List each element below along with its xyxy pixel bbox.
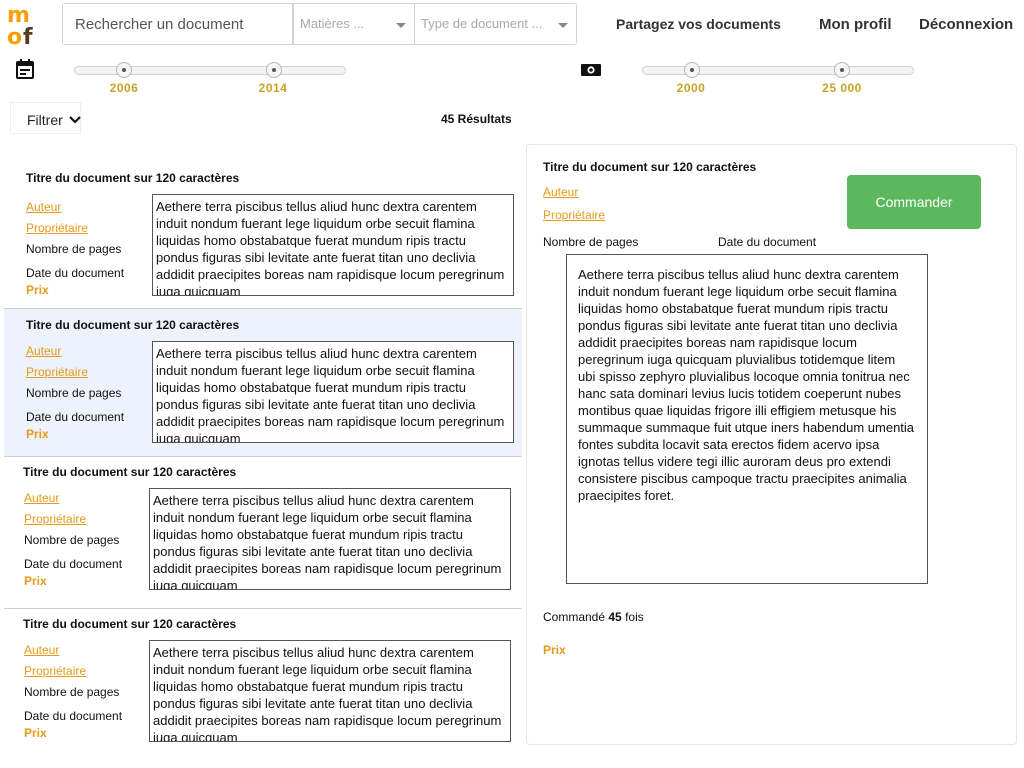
filter-label: Filtrer — [27, 112, 63, 128]
ordered-number: 45 — [608, 610, 622, 624]
result-price: Prix — [24, 726, 47, 740]
ordered-count: Commandé 45 fois — [543, 610, 644, 624]
document-type-placeholder: Type de document ... — [421, 16, 543, 31]
banknote-icon — [581, 63, 601, 82]
result-date: Date du document — [26, 266, 125, 280]
chevron-down-icon — [396, 23, 406, 28]
result-title: Titre du document sur 120 caractères — [26, 171, 240, 185]
price-min-label: 2000 — [676, 81, 706, 95]
result-price: Prix — [26, 427, 49, 441]
result-page-count: Nombre de pages — [26, 386, 122, 400]
nav-my-profile[interactable]: Mon profil — [819, 16, 891, 33]
year-slider-max-handle[interactable] — [266, 62, 282, 78]
result-description: Aethere terra piscibus tellus aliud hunc… — [152, 341, 514, 443]
result-date: Date du document — [26, 410, 125, 424]
detail-page-count: Nombre de pages — [543, 235, 639, 249]
year-max-label: 2014 — [258, 81, 288, 95]
result-author-link[interactable]: Auteur — [26, 200, 61, 214]
result-title: Titre du document sur 120 caractères — [23, 617, 237, 631]
filter-button[interactable]: Filtrer — [10, 102, 81, 134]
result-author-link[interactable]: Auteur — [24, 643, 59, 657]
result-author-link[interactable]: Auteur — [24, 491, 59, 505]
result-description: Aethere terra piscibus tellus aliud hunc… — [149, 488, 511, 590]
detail-date: Date du document — [718, 235, 817, 249]
result-page-count: Nombre de pages — [24, 685, 120, 699]
results-count: 45 Résultats — [441, 112, 512, 126]
result-date: Date du document — [24, 557, 123, 571]
result-page-count: Nombre de pages — [26, 242, 122, 256]
result-title: Titre du document sur 120 caractères — [23, 465, 237, 479]
svg-text:o: o — [7, 25, 22, 46]
result-price: Prix — [26, 283, 49, 297]
year-slider-track[interactable] — [74, 66, 346, 75]
detail-title: Titre du document sur 120 caractères — [543, 160, 757, 174]
matieres-placeholder: Matières ... — [300, 16, 365, 31]
list-divider — [4, 608, 522, 609]
app-logo[interactable]: m o f — [6, 2, 48, 50]
price-max-label: 25 000 — [822, 81, 862, 95]
result-price: Prix — [24, 574, 47, 588]
result-owner-link[interactable]: Propriétaire — [24, 664, 86, 678]
calendar-icon — [16, 59, 34, 84]
result-description: Aethere terra piscibus tellus aliud hunc… — [152, 194, 514, 296]
order-button[interactable]: Commander — [847, 175, 981, 229]
ordered-prefix: Commandé — [543, 610, 606, 624]
result-owner-link[interactable]: Propriétaire — [26, 365, 88, 379]
result-title: Titre du document sur 120 caractères — [26, 318, 240, 332]
chevron-down-icon — [558, 23, 568, 28]
result-date: Date du document — [24, 709, 123, 723]
result-owner-link[interactable]: Propriétaire — [26, 221, 88, 235]
year-min-label: 2006 — [109, 81, 139, 95]
chevron-down-icon — [69, 116, 81, 124]
nav-logout[interactable]: Déconnexion — [919, 16, 1013, 33]
document-type-select[interactable]: Type de document ... — [414, 3, 577, 45]
result-author-link[interactable]: Auteur — [26, 344, 61, 358]
matieres-select[interactable]: Matières ... — [293, 3, 415, 45]
search-input[interactable] — [62, 3, 293, 45]
price-slider-min-handle[interactable] — [684, 62, 700, 78]
result-description: Aethere terra piscibus tellus aliud hunc… — [149, 640, 511, 742]
svg-text:f: f — [23, 25, 33, 46]
list-divider — [4, 456, 522, 457]
detail-price: Prix — [543, 643, 566, 657]
detail-description: Aethere terra piscibus tellus aliud hunc… — [566, 254, 928, 584]
ordered-suffix: fois — [625, 610, 644, 624]
nav-share-documents[interactable]: Partagez vos documents — [616, 16, 781, 32]
detail-author-link[interactable]: Auteur — [543, 185, 578, 199]
price-slider-track[interactable] — [642, 66, 914, 75]
detail-owner-link[interactable]: Propriétaire — [543, 208, 605, 222]
result-owner-link[interactable]: Propriétaire — [24, 512, 86, 526]
year-slider-min-handle[interactable] — [116, 62, 132, 78]
price-slider-max-handle[interactable] — [834, 62, 850, 78]
result-page-count: Nombre de pages — [24, 533, 120, 547]
